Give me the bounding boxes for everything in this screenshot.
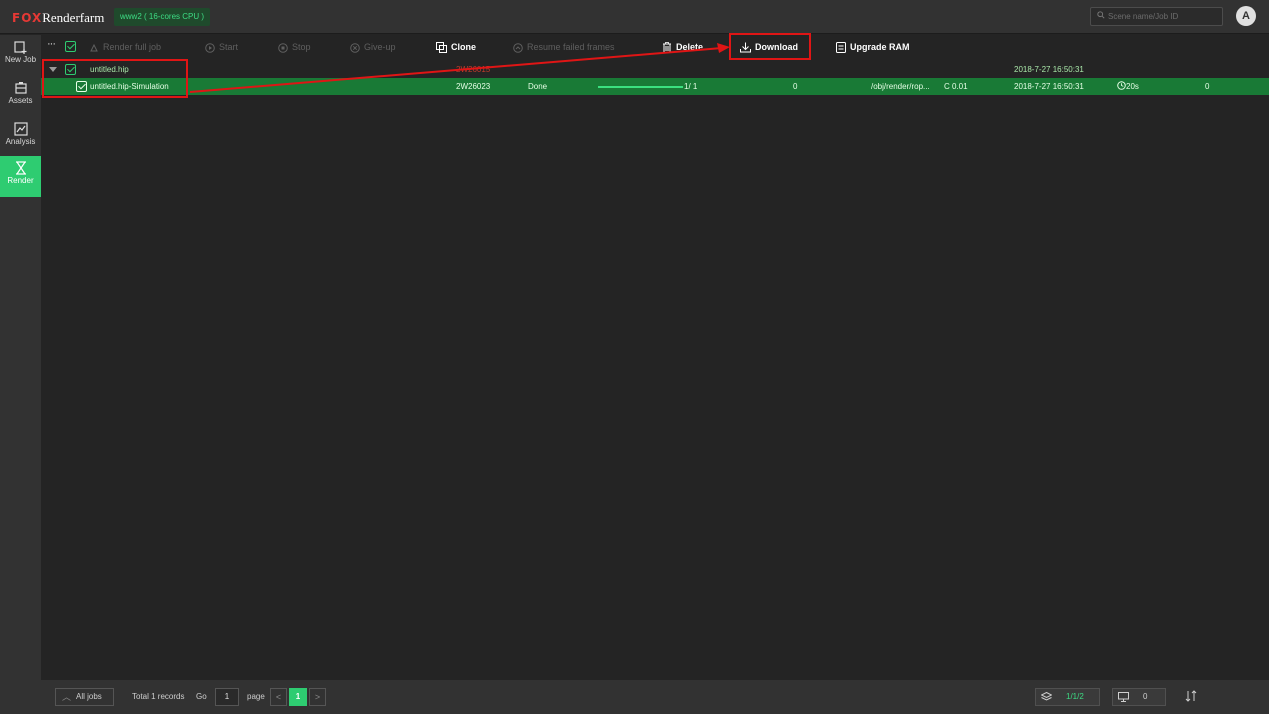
go-label: Go (196, 692, 207, 701)
jobs-stat[interactable]: 1/1/2 (1035, 688, 1100, 706)
current-page-button[interactable]: 1 (289, 688, 307, 706)
page-label: page (247, 692, 265, 701)
machines-stat[interactable]: 0 (1112, 688, 1166, 706)
layers-icon (1041, 692, 1052, 701)
chevron-up-icon: ︿ (62, 692, 72, 702)
machines-stat-value: 0 (1143, 692, 1148, 701)
footer-bar: ︿ All jobs Total 1 records Go 1 page < 1… (41, 680, 1269, 714)
all-jobs-button[interactable]: ︿ All jobs (55, 688, 114, 706)
sort-icon[interactable] (1185, 690, 1197, 705)
monitor-icon (1118, 692, 1129, 702)
next-page-button[interactable]: > (309, 688, 326, 706)
annotation-arrow (189, 43, 730, 93)
jobs-stat-value: 1/1/2 (1066, 692, 1084, 701)
all-jobs-label: All jobs (76, 692, 102, 701)
total-records: Total 1 records (132, 692, 185, 701)
prev-page-button[interactable]: < (270, 688, 287, 706)
page-go-input[interactable]: 1 (215, 688, 239, 706)
